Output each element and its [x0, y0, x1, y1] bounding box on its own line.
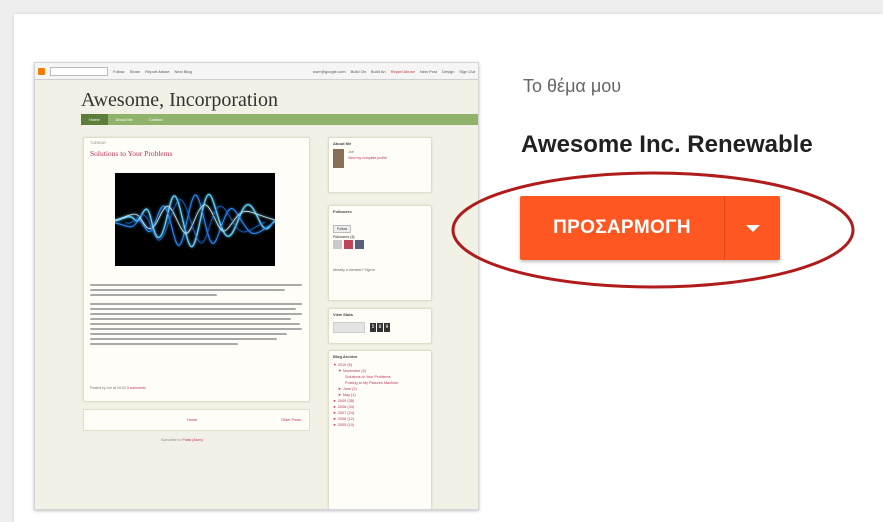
stats-digit: 8: [377, 323, 383, 332]
widget-followers: Followers Follow Followers (3) Already a…: [328, 205, 432, 301]
customize-button[interactable]: ΠΡΟΣΑΡΜΟΓΗ: [520, 196, 724, 260]
preview-post-date: TUESDAY: [90, 141, 107, 145]
my-theme-label: Το θέμα μου: [523, 76, 622, 96]
profile-link: View my complete profile: [348, 156, 387, 160]
navbar-link: Report Abuse: [390, 68, 415, 74]
widget-blog-archive: Blog Archive ▼ 2010 (5) ▼ November (2) S…: [328, 350, 432, 509]
navbar-link: user@google.com: [313, 68, 346, 74]
customize-dropdown-button[interactable]: [725, 196, 780, 260]
followers-footer: Already a member? Sign in: [333, 268, 376, 272]
post-comments-link: 3 comments: [126, 386, 146, 390]
widget-title: Followers: [333, 209, 352, 214]
widget-title: View Stats: [333, 312, 353, 317]
navbar-link: Build An: [370, 68, 386, 74]
navbar-link: Report Abuse: [145, 68, 170, 74]
preview-tab: Home: [81, 114, 108, 125]
widget-title: Blog Archive: [333, 354, 358, 359]
preview-blog-title: Awesome, Incorporation: [81, 89, 278, 111]
theme-preview-thumbnail[interactable]: Follow Share Report Abuse Next Blog user…: [34, 62, 479, 510]
blogger-navbar: Follow Share Report Abuse Next Blog user…: [35, 63, 478, 80]
preview-pager: Home Older Posts: [83, 409, 310, 431]
navbar-search: [50, 66, 108, 76]
navbar-link: Build On: [350, 68, 366, 74]
post-footer-meta: Posted by Joe at 00:00: [90, 386, 126, 390]
stats-graph: [333, 322, 365, 333]
navbar-link: Sign Out: [459, 68, 475, 74]
subscribe-label: Subscribe to:: [161, 438, 182, 442]
blogger-logo-icon: [38, 67, 45, 75]
subscribe-link: Posts (Atom): [182, 438, 203, 442]
preview-tab: About Me: [115, 117, 133, 122]
avatar: [355, 240, 364, 249]
stats-digit: 5: [370, 323, 376, 332]
chevron-down-icon: [745, 224, 760, 232]
avatar: [333, 240, 342, 249]
widget-about-me: About Me Joe View my complete profile: [328, 137, 432, 193]
follow-button: Follow: [333, 225, 352, 233]
preview-post-image: [114, 173, 276, 266]
pager-older-link: Older Posts: [281, 418, 301, 422]
preview-post-text: [90, 284, 302, 348]
widget-title: About Me: [333, 141, 352, 146]
preview-post-title: Solutions to Your Problems: [90, 149, 173, 158]
stats-digit: 9: [384, 323, 390, 332]
widget-stats: View Stats 5 8 9: [328, 308, 432, 344]
navbar-link: Next Blog: [174, 68, 192, 74]
avatar: [344, 240, 353, 249]
navbar-link: Design: [441, 68, 455, 74]
preview-subscribe: Subscribe to: Posts (Atom): [161, 438, 203, 442]
pager-home-link: Home: [187, 418, 198, 422]
preview-post: TUESDAY Solutions to Your Problems Poste…: [83, 137, 310, 402]
navbar-link: Follow: [113, 68, 125, 74]
preview-tab-bar: Home About Me Contact: [81, 114, 478, 125]
preview-post-footer: Posted by Joe at 00:00 3 comments: [90, 386, 146, 390]
archive-item: ► 2005 (10): [333, 423, 355, 427]
stats-counter: 5 8 9: [370, 323, 390, 332]
preview-tab: Contact: [148, 117, 163, 122]
soundwave-image: [114, 173, 276, 266]
navbar-link: Share: [129, 68, 141, 74]
navbar-link: New Post: [419, 68, 437, 74]
theme-name: Awesome Inc. Renewable: [521, 131, 813, 158]
customize-button-group: ΠΡΟΣΑΡΜΟΓΗ: [520, 196, 780, 260]
follower-avatars: [329, 239, 431, 250]
profile-photo: [333, 149, 344, 168]
